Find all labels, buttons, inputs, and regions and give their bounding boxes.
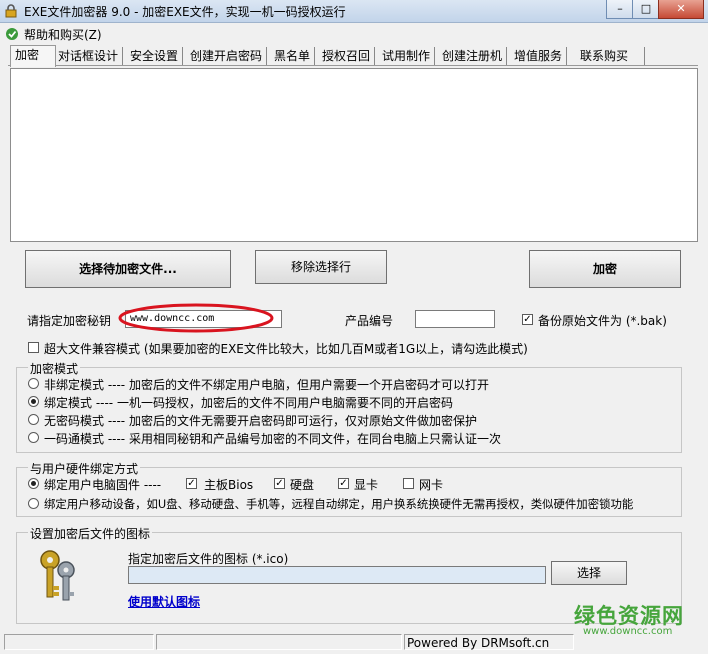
help-menu-icon xyxy=(6,28,18,40)
status-cell-2 xyxy=(156,634,402,650)
encrypt-mode-title: 加密模式 xyxy=(28,360,81,377)
large-file-label: 超大文件兼容模式 (如果要加密的EXE文件比较大，比如几百M或者1G以上，请勾选… xyxy=(44,342,528,356)
menu-help[interactable]: 帮助和购买(Z) xyxy=(24,26,102,43)
tab-divider xyxy=(8,65,698,66)
tab-blacklist[interactable]: 黑名单 xyxy=(270,47,316,65)
status-cell-1 xyxy=(4,634,154,650)
bind-firmware-label: 绑定用户电脑固件 ---- xyxy=(44,478,162,492)
tab-license-recall[interactable]: 授权召回 xyxy=(318,47,376,65)
nic-label: 网卡 xyxy=(419,478,444,492)
product-id-input[interactable] xyxy=(415,310,495,328)
backup-checkbox[interactable]: ✓ xyxy=(522,314,533,325)
window-title: EXE文件加密器 9.0 - 加密EXE文件，实现一机一码授权运行 xyxy=(24,5,346,19)
highlight-ellipse xyxy=(118,303,274,333)
hardware-bind-title: 与用户硬件绑定方式 xyxy=(28,460,141,477)
gpu-checkbox[interactable]: ✓ xyxy=(338,478,349,489)
product-id-label: 产品编号 xyxy=(345,314,394,328)
close-button[interactable]: ✕ xyxy=(658,0,704,19)
tab-dialog-design[interactable]: 对话框设计 xyxy=(54,47,124,65)
remove-selected-button[interactable]: 移除选择行 xyxy=(255,250,387,284)
bind-firmware-radio[interactable] xyxy=(28,478,39,489)
tab-security[interactable]: 安全设置 xyxy=(126,47,184,65)
disk-checkbox[interactable]: ✓ xyxy=(274,478,285,489)
large-file-checkbox[interactable] xyxy=(28,342,39,353)
mode-nopassword-label: 无密码模式 ---- 加密后的文件无需要开启密码即可运行，仅对原始文件做加密保护 xyxy=(44,414,477,428)
icon-path-label: 指定加密后文件的图标 (*.ico) xyxy=(128,552,289,566)
disk-label: 硬盘 xyxy=(290,478,315,492)
tab-keygen[interactable]: 创建注册机 xyxy=(438,47,508,65)
menu-bar xyxy=(0,24,708,44)
tab-contact-buy[interactable]: 联系购买 xyxy=(576,47,645,65)
encrypt-button[interactable]: 加密 xyxy=(529,250,681,288)
icon-path-input[interactable] xyxy=(128,566,546,584)
bios-label: 主板Bios xyxy=(204,478,254,492)
tab-value-added[interactable]: 增值服务 xyxy=(510,47,568,65)
mode-unbound-label: 非绑定模式 ---- 加密后的文件不绑定用户电脑，但用户需要一个开启密码才可以打… xyxy=(44,378,489,392)
bind-mobile-radio[interactable] xyxy=(28,498,39,509)
bios-checkbox[interactable]: ✓ xyxy=(186,478,197,489)
select-file-button[interactable]: 选择待加密文件... xyxy=(25,250,231,288)
minimize-button[interactable]: – xyxy=(606,0,634,19)
powered-by-text: Powered By DRMsoft.cn xyxy=(407,636,550,650)
backup-label: 备份原始文件为 (*.bak) xyxy=(538,314,667,328)
tab-create-password[interactable]: 创建开启密码 xyxy=(186,47,268,65)
maximize-button[interactable]: □ xyxy=(632,0,660,19)
key-label: 请指定加密秘钥 xyxy=(27,314,112,328)
mode-bound-label: 绑定模式 ---- 一机一码授权，加密后的文件不同用户电脑需要不同的开启密码 xyxy=(44,396,453,410)
app-lock-icon xyxy=(5,4,17,18)
mode-bound-radio[interactable] xyxy=(28,396,39,407)
default-icon-link[interactable]: 使用默认图标 xyxy=(128,593,200,610)
choose-icon-button[interactable]: 选择 xyxy=(551,561,627,585)
mode-onecode-label: 一码通模式 ---- 采用相同秘钥和产品编号加密的不同文件，在同台电脑上只需认证… xyxy=(44,432,501,446)
keys-icon xyxy=(40,550,75,601)
mode-unbound-radio[interactable] xyxy=(28,378,39,389)
bind-mobile-label: 绑定用户移动设备，如U盘、移动硬盘、手机等，远程自动绑定，用户换系统换硬件无需再… xyxy=(44,497,634,511)
file-list[interactable] xyxy=(10,68,698,242)
gpu-label: 显卡 xyxy=(354,478,379,492)
mode-nopassword-radio[interactable] xyxy=(28,414,39,425)
icon-group-title: 设置加密后文件的图标 xyxy=(28,525,153,542)
nic-checkbox[interactable] xyxy=(403,478,414,489)
tab-encrypt[interactable]: 加密 xyxy=(10,45,56,67)
mode-onecode-radio[interactable] xyxy=(28,432,39,443)
tab-trial[interactable]: 试用制作 xyxy=(378,47,436,65)
